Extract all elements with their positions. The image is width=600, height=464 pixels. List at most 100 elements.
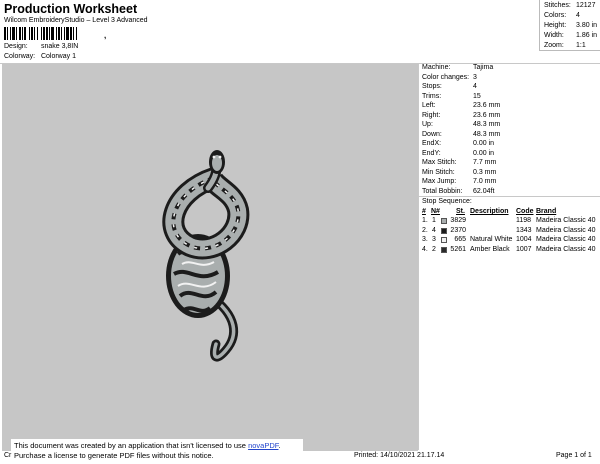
barcode-bar — [7, 27, 8, 40]
stitches-value: 12127 — [576, 2, 596, 9]
property-label: Left: — [422, 102, 436, 109]
design-label: Design: — [4, 43, 28, 50]
barcode-mark: , — [104, 31, 107, 40]
property-value: 48.3 mm — [473, 121, 501, 128]
novapdf-link[interactable]: novaPDF — [248, 441, 278, 450]
notice-line1: This document was created by an applicat… — [14, 441, 249, 450]
row-num: 3. — [422, 236, 428, 243]
property-label: Right: — [422, 111, 441, 119]
property-label: Total Bobbin: — [422, 187, 463, 195]
row-stitches: 5261 — [450, 245, 466, 253]
barcode — [4, 27, 102, 40]
property-label: Up: — [422, 121, 433, 128]
thread-color-swatch — [441, 227, 447, 234]
row-stitches: 2370 — [450, 226, 466, 234]
barcode-bar — [31, 27, 33, 40]
zoom-label: Zoom: — [544, 42, 564, 49]
barcode-bar — [51, 27, 54, 40]
barcode-bar — [29, 27, 30, 40]
machine-property-row: EndX: 0.00 in — [422, 140, 494, 148]
stitches-label: Stitches: — [544, 2, 571, 9]
barcode-bar — [37, 27, 38, 40]
machine-property-row: Max Jump: 7.0 mm — [422, 178, 496, 186]
barcode-bar — [56, 27, 57, 40]
machine-property-row: Min Stitch: 0.3 mm — [422, 169, 496, 177]
barcode-bar — [61, 27, 62, 40]
row-num: 2. — [422, 226, 428, 234]
row-code: 1007 — [516, 245, 532, 253]
width-value: 1.86 in — [576, 32, 598, 39]
property-value: 0.00 in — [473, 149, 495, 157]
machine-property-row: Machine: Tajima — [422, 64, 493, 72]
property-label: Stops: — [422, 83, 442, 90]
zoom-value: 1:1 — [576, 42, 586, 49]
row-needle: 2 — [432, 245, 436, 253]
design-preview — [2, 64, 418, 451]
colors-label: Colors: — [544, 12, 567, 19]
barcode-bar — [76, 27, 77, 40]
row-needle: 3 — [432, 236, 436, 243]
property-label: Max Jump: — [422, 178, 457, 185]
barcode-bar — [73, 27, 74, 40]
barcode-bar — [46, 27, 48, 40]
row-code: 1004 — [516, 236, 532, 243]
row-description: Amber Black — [470, 245, 510, 253]
page-title: Production Worksheet — [4, 2, 138, 16]
barcode-bar — [64, 27, 65, 40]
property-value: 48.3 mm — [473, 130, 501, 138]
height-label: Height: — [544, 22, 567, 29]
panel-divider — [419, 196, 600, 197]
property-label: EndX: — [422, 140, 442, 147]
property-value: Tajima — [473, 64, 494, 71]
row-code: 1198 — [516, 217, 532, 224]
property-label: EndY: — [422, 149, 441, 157]
machine-property-row: Max Stitch: 7.7 mm — [422, 159, 496, 167]
property-label: Max Stitch: — [422, 159, 457, 166]
width-label: Width: — [544, 32, 564, 39]
property-value: 23.6 mm — [473, 102, 501, 109]
page-number: Page 1 of 1 — [556, 452, 592, 459]
machine-property-row: Left: 23.6 mm — [422, 102, 500, 110]
colorway-value: Colorway 1 — [40, 53, 76, 60]
machine-property-row: Right: 23.6 mm — [422, 112, 500, 120]
notice-line2: Purchase a license to generate PDF files… — [14, 451, 214, 461]
barcode-bar — [41, 27, 42, 40]
colorway-row: Colorway: Colorway 1 — [4, 53, 76, 61]
barcode-bar — [16, 27, 17, 40]
property-label: Trims: — [422, 92, 442, 100]
footer-cr: Cr — [4, 452, 12, 459]
barcode-bar — [58, 27, 60, 40]
property-value: 0.00 in — [473, 140, 495, 147]
barcode-bar — [49, 27, 50, 40]
printed-timestamp: Printed: 14/10/2021 21.17.14 — [354, 452, 445, 459]
notice-line1-end: . — [278, 441, 281, 450]
machine-property-row: Down: 48.3 mm — [422, 131, 500, 139]
snake-embroidery-image — [162, 150, 250, 362]
barcode-bar — [34, 27, 35, 40]
property-value: 62.04ft — [473, 187, 495, 195]
barcode-bar — [66, 27, 69, 40]
colors-value: 4 — [576, 12, 580, 19]
col-st-header: St. — [456, 208, 465, 215]
barcode-bar — [24, 27, 26, 40]
machine-property-row: Stops: 4 — [422, 83, 477, 91]
colorway-label: Colorway: — [4, 53, 36, 60]
machine-property-row: EndY: 0.00 in — [422, 150, 494, 158]
col-brand-header: Brand — [536, 208, 557, 215]
property-value: 3 — [473, 73, 477, 81]
property-label: Color changes: — [422, 73, 470, 81]
license-notice: This document was created by an applicat… — [11, 439, 303, 461]
row-needle: 4 — [432, 226, 436, 234]
col-description-header: Description — [470, 208, 509, 215]
barcode-bar — [43, 27, 45, 40]
col-n-header: N# — [431, 208, 440, 215]
stop-sequence-title: Stop Sequence: — [422, 198, 472, 205]
colors-row: Colors: 4 — [544, 12, 580, 20]
stitches-row: Stitches: 12127 — [544, 2, 595, 10]
property-value: 7.7 mm — [473, 159, 497, 166]
row-code: 1343 — [516, 226, 532, 234]
summary-box: Stitches: 12127 Colors: 4 Height: 3.80 in W… — [539, 0, 600, 51]
row-brand: Madeira Classic 40 — [536, 217, 596, 224]
machine-property-row: Total Bobbin: 62.04ft — [422, 188, 494, 196]
row-brand: Madeira Classic 40 — [536, 236, 596, 243]
